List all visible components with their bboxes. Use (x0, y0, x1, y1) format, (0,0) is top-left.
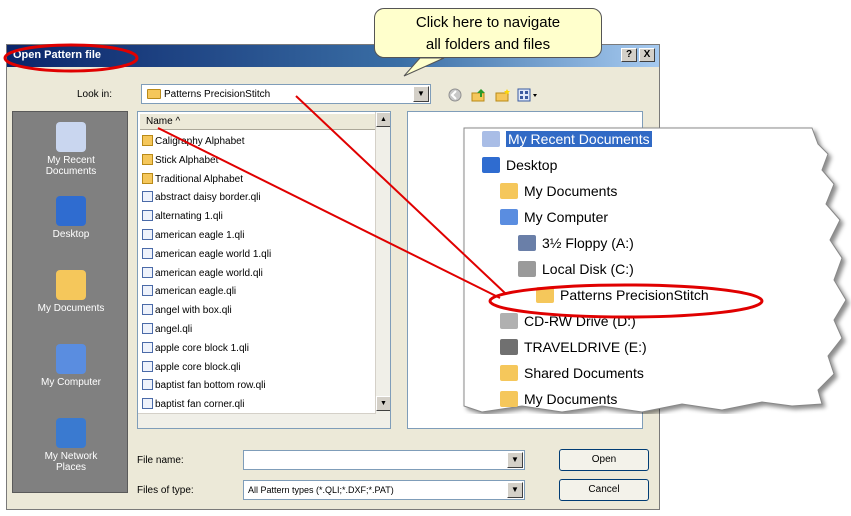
annotation-overlay (3, 43, 764, 319)
pointer-line (295, 95, 507, 295)
folder-highlight-ellipse (488, 283, 764, 319)
pointer-line (157, 127, 501, 299)
callout-pointer (403, 57, 445, 77)
title-highlight-ellipse (3, 43, 139, 73)
